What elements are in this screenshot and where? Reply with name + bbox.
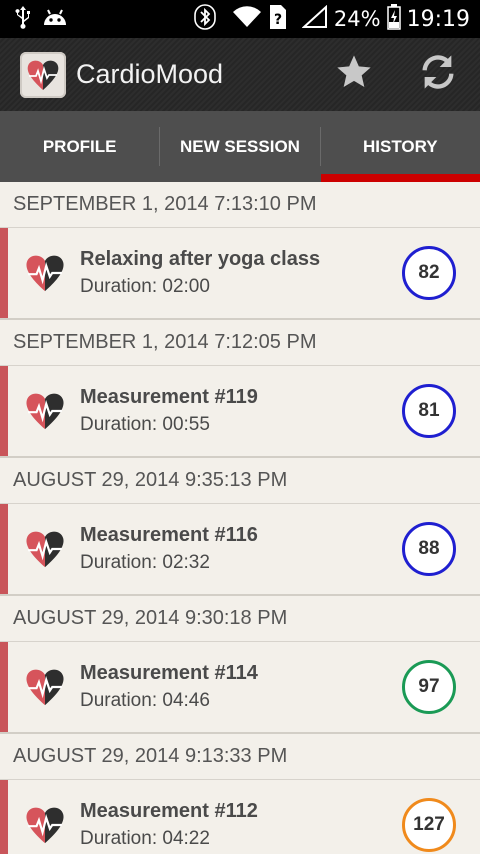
session-item[interactable]: Measurement #119 Duration: 00:55 81 <box>0 366 480 458</box>
battery-percent: 24% <box>333 7 381 31</box>
heart-rhythm-icon <box>22 249 68 297</box>
session-duration: Duration: 00:55 <box>80 414 210 435</box>
session-title: Measurement #114 <box>80 662 258 684</box>
session-duration: Duration: 04:46 <box>80 690 210 711</box>
refresh-icon <box>418 52 458 97</box>
session-date-header: AUGUST 29, 2014 9:13:33 PM <box>0 734 480 780</box>
usb-icon <box>14 5 32 34</box>
session-date-header: AUGUST 29, 2014 9:35:13 PM <box>0 458 480 504</box>
tab-profile[interactable]: PROFILE <box>0 111 159 182</box>
heart-rhythm-icon <box>22 663 68 711</box>
session-score-badge: 81 <box>402 384 456 438</box>
heart-rhythm-icon <box>22 387 68 435</box>
session-date: AUGUST 29, 2014 9:35:13 PM <box>13 469 288 491</box>
signal-icon <box>301 4 328 34</box>
battery-charging-icon <box>386 3 401 35</box>
session-title: Measurement #112 <box>80 800 258 822</box>
refresh-button[interactable] <box>396 38 480 111</box>
tab-history[interactable]: HISTORY <box>320 111 480 182</box>
status-bar: ? 24% 19:19 <box>0 0 480 38</box>
heart-rhythm-icon <box>22 525 68 573</box>
session-title: Measurement #116 <box>80 524 258 546</box>
session-title: Measurement #119 <box>80 386 258 408</box>
session-date-header: SEPTEMBER 1, 2014 7:13:10 PM <box>0 182 480 228</box>
sim-unknown-icon: ? <box>268 4 288 35</box>
session-item[interactable]: Measurement #114 Duration: 04:46 97 <box>0 642 480 734</box>
tab-bar: PROFILE NEW SESSION HISTORY <box>0 111 480 182</box>
wifi-icon <box>232 5 262 34</box>
session-date: SEPTEMBER 1, 2014 7:12:05 PM <box>13 331 317 353</box>
session-date: SEPTEMBER 1, 2014 7:13:10 PM <box>13 193 317 215</box>
favorite-button[interactable] <box>312 38 396 111</box>
android-icon <box>42 7 68 32</box>
session-title: Relaxing after yoga class <box>80 248 321 270</box>
star-icon <box>334 52 374 97</box>
session-duration: Duration: 02:32 <box>80 552 210 573</box>
app-logo-icon[interactable] <box>20 51 66 98</box>
tab-new-session[interactable]: NEW SESSION <box>160 111 319 182</box>
session-score-badge: 127 <box>402 798 456 852</box>
session-item[interactable]: Measurement #112 Duration: 04:22 127 <box>0 780 480 854</box>
session-score-badge: 97 <box>402 660 456 714</box>
clock: 19:19 <box>406 6 470 32</box>
session-score-badge: 88 <box>402 522 456 576</box>
session-date: AUGUST 29, 2014 9:13:33 PM <box>13 745 288 767</box>
action-bar: CardioMood <box>0 38 480 111</box>
session-item[interactable]: Relaxing after yoga class Duration: 02:0… <box>0 228 480 320</box>
session-date-header: SEPTEMBER 1, 2014 7:12:05 PM <box>0 320 480 366</box>
session-score-badge: 82 <box>402 246 456 300</box>
session-item[interactable]: Measurement #116 Duration: 02:32 88 <box>0 504 480 596</box>
session-list: SEPTEMBER 1, 2014 7:13:10 PM Relaxing af… <box>0 182 480 854</box>
session-duration: Duration: 02:00 <box>80 276 210 297</box>
session-date-header: AUGUST 29, 2014 9:30:18 PM <box>0 596 480 642</box>
session-duration: Duration: 04:22 <box>80 828 210 849</box>
svg-text:?: ? <box>274 12 282 28</box>
bluetooth-icon <box>194 3 216 35</box>
app-title: CardioMood <box>76 59 224 89</box>
session-date: AUGUST 29, 2014 9:30:18 PM <box>13 607 288 629</box>
heart-rhythm-icon <box>22 801 68 849</box>
